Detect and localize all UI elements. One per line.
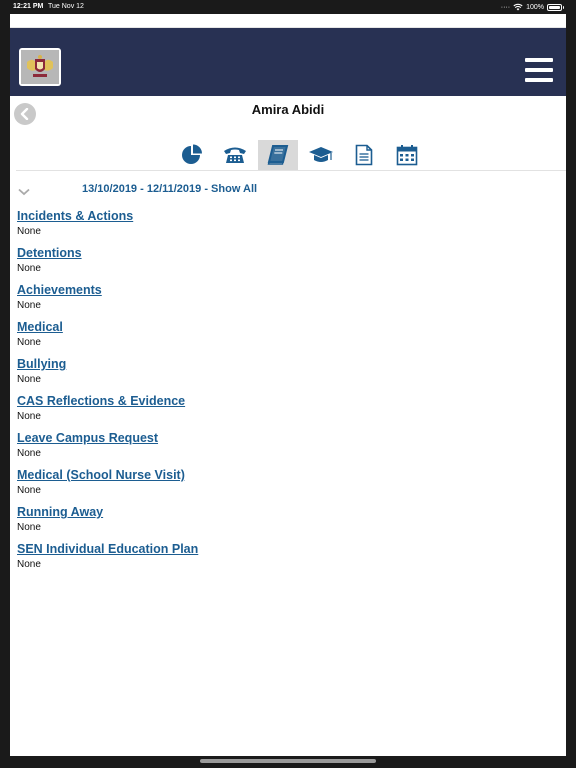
section-incidents: Incidents & Actions None (17, 207, 566, 244)
hamburger-menu-button[interactable] (525, 58, 553, 82)
section-title-link[interactable]: Leave Campus Request (17, 430, 158, 446)
section-detentions: Detentions None (17, 244, 566, 281)
book-icon (267, 145, 288, 165)
section-bullying: Bullying None (17, 355, 566, 392)
pie-chart-icon (181, 144, 202, 164)
section-value: None (17, 522, 41, 533)
tab-reports[interactable] (344, 140, 384, 170)
tab-calendar[interactable] (387, 140, 427, 170)
chevron-down-icon (18, 188, 30, 196)
status-date: Tue Nov 12 (48, 3, 84, 10)
section-sen-iep: SEN Individual Education Plan None (17, 540, 566, 577)
top-strip (10, 14, 566, 28)
section-value: None (17, 263, 41, 274)
home-indicator[interactable] (200, 759, 376, 763)
graduation-cap-icon (308, 147, 333, 162)
section-title-link[interactable]: Incidents & Actions (17, 208, 133, 224)
section-value: None (17, 448, 41, 459)
hamburger-bar (525, 68, 553, 72)
filter-row: 13/10/2019 - 12/11/2019 - Show All (10, 171, 566, 207)
school-logo (19, 48, 61, 86)
section-title-link[interactable]: Achievements (17, 282, 102, 298)
school-crest-icon (27, 55, 53, 77)
wifi-icon (513, 3, 523, 11)
status-right: ···· 100% (500, 3, 564, 11)
hamburger-bar (525, 78, 553, 82)
section-title-link[interactable]: Bullying (17, 356, 66, 372)
status-time: 12:21 PM (13, 3, 44, 10)
section-cas-reflections: CAS Reflections & Evidence None (17, 392, 566, 429)
section-value: None (17, 337, 41, 348)
student-name: Amira Abidi (251, 102, 325, 117)
section-title-link[interactable]: Detentions (17, 245, 82, 261)
hamburger-icon (525, 58, 553, 62)
section-running-away: Running Away None (17, 503, 566, 540)
app-header (10, 28, 566, 96)
section-title-link[interactable]: Medical (School Nurse Visit) (17, 467, 185, 483)
calendar-icon (396, 145, 417, 166)
status-bar: 12:21 PM Tue Nov 12 ···· 100% (0, 0, 576, 14)
expand-filter-button[interactable] (18, 183, 30, 201)
tab-contacts[interactable] (215, 140, 255, 170)
signal-dots: ···· (500, 3, 511, 11)
battery-percent: 100% (526, 3, 544, 11)
date-range-filter[interactable]: 13/10/2019 - 12/11/2019 - Show All (82, 183, 257, 195)
title-row: Amira Abidi (10, 96, 566, 130)
tab-bar (10, 140, 566, 170)
section-nurse-visit: Medical (School Nurse Visit) None (17, 466, 566, 503)
tab-academic[interactable] (301, 140, 341, 170)
section-medical: Medical None (17, 318, 566, 355)
section-value: None (17, 374, 41, 385)
section-title-link[interactable]: Running Away (17, 504, 103, 520)
section-leave-campus: Leave Campus Request None (17, 429, 566, 466)
app-screen: Amira Abidi 13/10/2019 - 12/11/2019 - Sh… (10, 14, 566, 756)
section-achievements: Achievements None (17, 281, 566, 318)
section-title-link[interactable]: Medical (17, 319, 63, 335)
battery-icon (547, 3, 564, 11)
behaviour-sections: Incidents & Actions None Detentions None… (10, 207, 566, 577)
section-value: None (17, 300, 41, 311)
document-icon (355, 144, 372, 166)
section-title-link[interactable]: CAS Reflections & Evidence (17, 393, 185, 409)
section-value: None (17, 226, 41, 237)
section-title-link[interactable]: SEN Individual Education Plan (17, 541, 198, 557)
telephone-icon (223, 147, 246, 163)
section-value: None (17, 411, 41, 422)
section-value: None (17, 559, 41, 570)
section-value: None (17, 485, 41, 496)
tab-behaviour[interactable] (257, 140, 298, 170)
tab-overview[interactable] (172, 140, 212, 170)
